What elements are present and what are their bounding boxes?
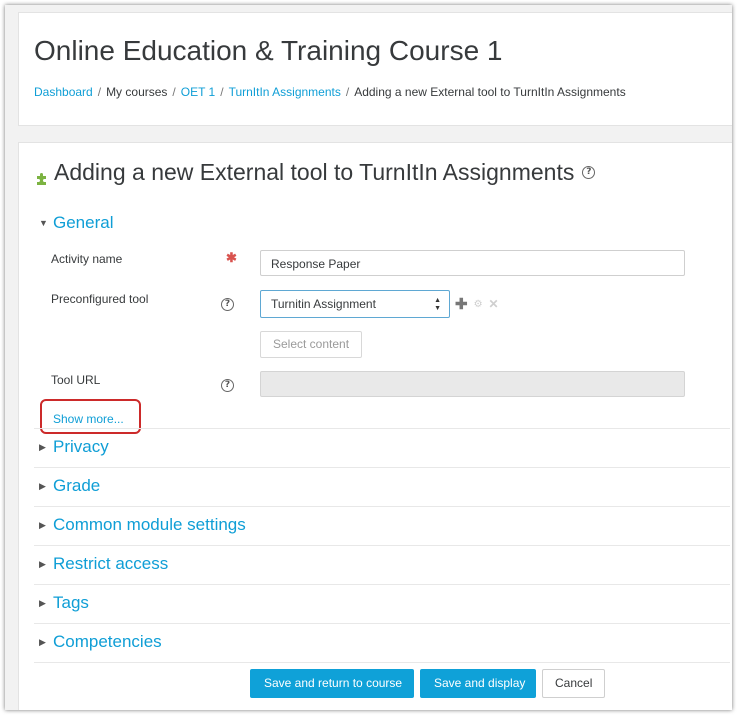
section-privacy[interactable]: ▶ Privacy [39, 437, 109, 457]
puzzle-icon [34, 165, 50, 185]
caret-right-icon: ▶ [39, 597, 46, 608]
section-tags-label: Tags [53, 593, 89, 612]
breadcrumb: Dashboard / My courses / OET 1 / TurnItIn Assi… [34, 85, 626, 99]
caret-right-icon: ▶ [39, 519, 46, 530]
breadcrumb-current: Adding a new External tool to TurnItIn A… [354, 85, 626, 99]
breadcrumb-separator: / [172, 85, 176, 99]
breadcrumb-separator: / [97, 85, 102, 99]
save-and-display-button[interactable]: Save and display [420, 669, 536, 698]
section-grade[interactable]: ▶ Grade [39, 476, 100, 496]
question-circle-icon[interactable]: ? [582, 166, 596, 179]
caret-right-icon: ▶ [39, 636, 46, 647]
page-title: Online Education & Training Course 1 [34, 35, 503, 66]
section-tags[interactable]: ▶ Tags [39, 593, 89, 613]
plus-icon[interactable]: ✚ [455, 295, 468, 313]
activity-name-input[interactable]: Response Paper [260, 250, 685, 276]
divider [34, 662, 730, 663]
save-and-return-button[interactable]: Save and return to course [250, 669, 414, 698]
breadcrumb-section[interactable]: TurnItIn Assignments [229, 85, 341, 99]
section-general[interactable]: ▼ General [39, 213, 113, 233]
app-window: Online Education & Training Course 1 Das… [5, 5, 732, 710]
divider [34, 428, 730, 429]
tool-actions: ✚ ⚙ ✕ [455, 295, 499, 313]
breadcrumb-separator: / [345, 85, 350, 99]
tool-url-label: Tool URL [51, 373, 101, 387]
breadcrumb-dashboard[interactable]: Dashboard [34, 85, 93, 99]
show-more-link[interactable]: Show more... [53, 412, 124, 426]
divider [34, 506, 730, 507]
x-icon[interactable]: ✕ [489, 297, 499, 311]
section-competencies[interactable]: ▶ Competencies [39, 632, 162, 652]
select-arrows-icon: ▲ ▼ [434, 297, 441, 312]
cancel-button[interactable]: Cancel [542, 669, 606, 698]
form-heading: Adding a new External tool to TurnItIn A… [34, 159, 596, 186]
section-common-label: Common module settings [53, 515, 246, 534]
caret-right-icon: ▶ [39, 558, 46, 569]
caret-right-icon: ▶ [39, 480, 46, 491]
form-heading-text: Adding a new External tool to TurnItIn A… [54, 159, 575, 185]
form-card: Adding a new External tool to TurnItIn A… [18, 142, 732, 710]
preconfigured-tool-value: Turnitin Assignment [271, 297, 376, 311]
divider [34, 623, 730, 624]
preconfigured-tool-select[interactable]: Turnitin Assignment ▲ ▼ [260, 290, 450, 318]
divider [34, 584, 730, 585]
section-common-module-settings[interactable]: ▶ Common module settings [39, 515, 246, 535]
caret-down-icon: ▼ [39, 218, 48, 228]
required-icon: ✱ [226, 250, 237, 265]
question-circle-icon[interactable]: ? [221, 379, 234, 392]
divider [34, 545, 730, 546]
preconfigured-tool-label: Preconfigured tool [51, 292, 149, 306]
breadcrumb-course[interactable]: OET 1 [181, 85, 215, 99]
section-grade-label: Grade [53, 476, 101, 495]
select-content-button[interactable]: Select content [260, 331, 363, 358]
section-privacy-label: Privacy [53, 437, 109, 456]
breadcrumb-my-courses: My courses [106, 85, 168, 99]
page-header: Online Education & Training Course 1 Das… [18, 12, 732, 126]
activity-name-label: Activity name [51, 252, 123, 266]
section-general-label: General [53, 213, 114, 232]
tool-url-input[interactable] [260, 371, 685, 397]
gear-icon[interactable]: ⚙ [474, 299, 483, 310]
divider [34, 467, 730, 468]
question-circle-icon[interactable]: ? [221, 298, 234, 311]
section-restrict-access[interactable]: ▶ Restrict access [39, 554, 168, 574]
caret-right-icon: ▶ [39, 441, 46, 452]
breadcrumb-separator: / [220, 85, 224, 99]
section-restrict-label: Restrict access [53, 554, 169, 573]
section-competencies-label: Competencies [53, 632, 162, 651]
